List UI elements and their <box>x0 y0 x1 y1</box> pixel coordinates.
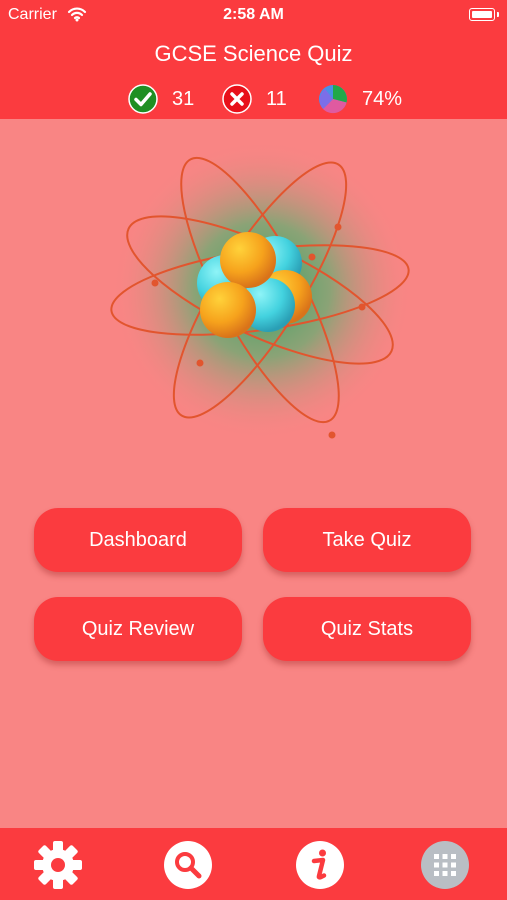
take-quiz-button[interactable]: Take Quiz <box>263 508 471 572</box>
score-percent-stat: 74% <box>318 83 402 115</box>
status-time: 2:58 AM <box>223 6 284 23</box>
battery-icon <box>469 8 499 21</box>
page-title: GCSE Science Quiz <box>154 41 353 66</box>
grid-icon[interactable] <box>420 840 470 890</box>
search-icon[interactable] <box>163 840 213 890</box>
bottom-tab-bar <box>0 828 507 900</box>
info-icon[interactable] <box>295 840 345 890</box>
atom-illustration <box>110 145 412 440</box>
quiz-review-button[interactable]: Quiz Review <box>34 597 242 661</box>
app-header: Carrier 2:58 AM GCSE Science Quiz 31 11 … <box>0 0 507 119</box>
correct-count: 31 <box>172 87 195 110</box>
cross-icon <box>222 84 252 114</box>
correct-count-stat: 31 <box>128 83 194 115</box>
status-bar: Carrier 2:58 AM <box>0 0 507 30</box>
wrong-count-stat: 11 <box>222 83 287 115</box>
quiz-stats-button[interactable]: Quiz Stats <box>263 597 471 661</box>
gear-icon[interactable] <box>33 840 83 890</box>
dashboard-button[interactable]: Dashboard <box>34 508 242 572</box>
wrong-count: 11 <box>266 87 287 110</box>
quiz-stats-summary: 31 11 74% <box>0 83 507 115</box>
checkmark-icon <box>128 84 158 114</box>
score-percent: 74% <box>362 87 403 110</box>
pie-chart-icon <box>319 85 347 114</box>
